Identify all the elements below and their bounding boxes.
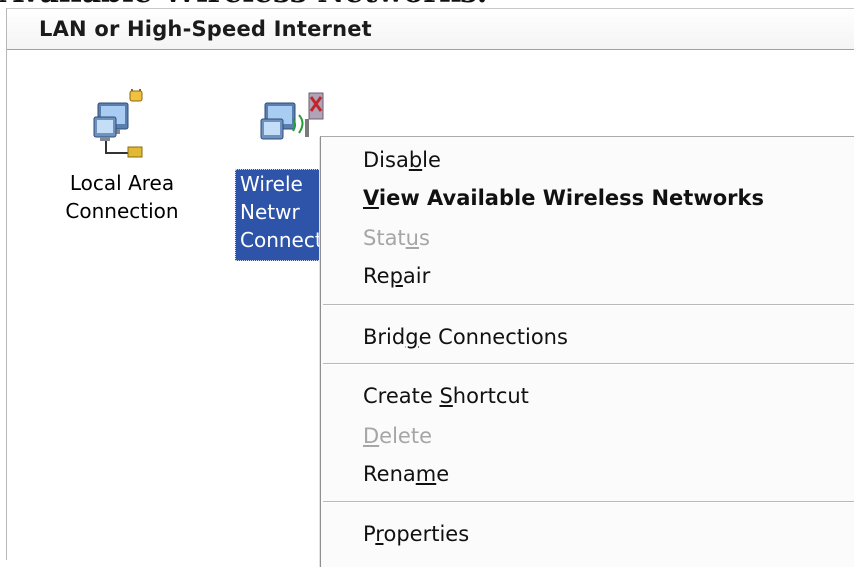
lan-connection-icon: [92, 85, 152, 163]
menu-item-properties-text: P: [363, 522, 376, 546]
menu-item-delete-accel: D: [363, 424, 380, 448]
menu-item-view-accel: V: [363, 186, 379, 210]
menu-item-status[interactable]: Status: [363, 223, 430, 253]
menu-item-status-accel: u: [405, 226, 419, 250]
menu-separator: [323, 304, 854, 306]
menu-item-repair-text-rest: air: [402, 264, 431, 288]
menu-item-disable-text: Disa: [363, 148, 409, 172]
menu-item-rename[interactable]: Rename: [363, 459, 449, 489]
menu-item-view-available-wireless-networks[interactable]: View Available Wireless Networks: [363, 183, 764, 213]
cropped-document-heading: Available Wireless Networks.: [0, 0, 854, 8]
menu-item-bridge-accel: g: [405, 325, 419, 349]
local-area-connection-item[interactable]: Local Area Connection: [57, 85, 187, 225]
local-area-connection-label: Local Area Connection: [65, 171, 179, 223]
group-title: LAN or High-Speed Internet: [39, 17, 372, 41]
menu-item-shortcut-accel: S: [439, 384, 453, 408]
menu-item-disable-text-rest: le: [422, 148, 441, 172]
menu-separator: [323, 501, 854, 503]
menu-item-shortcut-text-rest: hortcut: [452, 384, 529, 408]
menu-item-delete-text-rest: elete: [379, 424, 432, 448]
menu-item-repair-accel: p: [389, 264, 403, 288]
wireless-network-connection-label: Wirele Netwr Connect: [235, 169, 333, 261]
menu-item-repair[interactable]: Repair: [363, 261, 430, 291]
menu-item-bridge-text: Brid: [363, 325, 406, 349]
menu-item-status-text: Stat: [363, 226, 406, 250]
menu-item-properties[interactable]: Properties: [363, 519, 469, 549]
menu-separator: [323, 363, 854, 365]
menu-item-status-text-rest: s: [418, 226, 430, 250]
menu-item-delete[interactable]: Delete: [363, 421, 432, 451]
menu-item-repair-text: Re: [363, 264, 390, 288]
menu-item-bridge-connections[interactable]: Bridge Connections: [363, 322, 568, 352]
menu-item-rename-accel: m: [415, 462, 437, 486]
menu-item-rename-text: Rena: [363, 462, 416, 486]
menu-item-properties-text-rest: operties: [383, 522, 470, 546]
menu-item-disable-accel: b: [408, 148, 423, 172]
menu-item-rename-text-rest: e: [436, 462, 450, 486]
context-menu: Disable View Available Wireless Networks…: [320, 136, 854, 567]
menu-item-shortcut-text: Create: [363, 384, 440, 408]
menu-item-create-shortcut[interactable]: Create Shortcut: [363, 381, 529, 411]
group-header: LAN or High-Speed Internet: [7, 9, 854, 50]
menu-item-bridge-text-rest: e Connections: [418, 325, 568, 349]
menu-item-view-text-rest: iew Available Wireless Networks: [378, 186, 764, 210]
menu-item-disable[interactable]: Disable: [363, 145, 441, 175]
